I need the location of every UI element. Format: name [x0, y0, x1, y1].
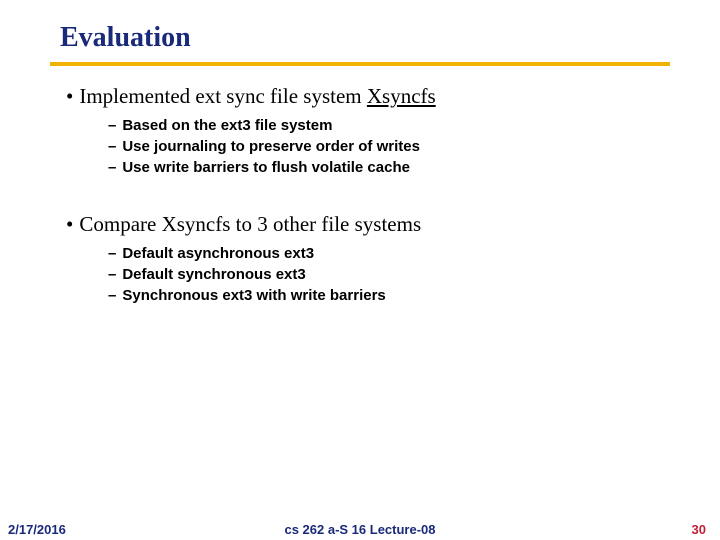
sub-2-1-marker: –: [108, 245, 116, 262]
sub-2-1: –Default asynchronous ext3: [108, 245, 680, 262]
sub-1-1-marker: –: [108, 117, 116, 134]
sub-1-2-marker: –: [108, 138, 116, 155]
sub-2-3-marker: –: [108, 287, 116, 304]
title-underline: [50, 62, 670, 66]
sub-2-2-text: Default synchronous ext3: [122, 266, 305, 283]
sub-1-2: –Use journaling to preserve order of wri…: [108, 138, 680, 155]
bullet-1-sublist: –Based on the ext3 file system –Use jour…: [108, 117, 680, 176]
bullet-2-text: Compare Xsyncfs to 3 other file systems: [79, 212, 421, 236]
sub-2-1-text: Default asynchronous ext3: [122, 245, 314, 262]
slide-title: Evaluation: [60, 22, 191, 54]
sub-1-3-marker: –: [108, 159, 116, 176]
sub-2-2-marker: –: [108, 266, 116, 283]
footer-center: cs 262 a-S 16 Lecture-08: [0, 522, 720, 537]
sub-2-3-text: Synchronous ext3 with write barriers: [122, 287, 385, 304]
slide: Evaluation •Implemented ext sync file sy…: [0, 0, 720, 540]
sub-2-2: –Default synchronous ext3: [108, 266, 680, 283]
sub-1-3-text: Use write barriers to flush volatile cac…: [122, 159, 410, 176]
sub-1-1: –Based on the ext3 file system: [108, 117, 680, 134]
bullet-1-text-a: Implemented ext sync file system: [79, 84, 367, 108]
bullet-2: •Compare Xsyncfs to 3 other file systems: [66, 212, 680, 237]
content-area: •Implemented ext sync file system Xsyncf…: [66, 84, 680, 340]
bullet-1-marker: •: [66, 84, 73, 108]
bullet-2-marker: •: [66, 212, 73, 236]
sub-2-3: –Synchronous ext3 with write barriers: [108, 287, 680, 304]
bullet-1: •Implemented ext sync file system Xsyncf…: [66, 84, 680, 109]
sub-1-3: –Use write barriers to flush volatile ca…: [108, 159, 680, 176]
bullet-1-text-underlined: Xsyncfs: [367, 84, 436, 108]
sub-1-1-text: Based on the ext3 file system: [122, 117, 332, 134]
footer-page-number: 30: [692, 522, 706, 537]
bullet-2-sublist: –Default asynchronous ext3 –Default sync…: [108, 245, 680, 304]
sub-1-2-text: Use journaling to preserve order of writ…: [122, 138, 420, 155]
